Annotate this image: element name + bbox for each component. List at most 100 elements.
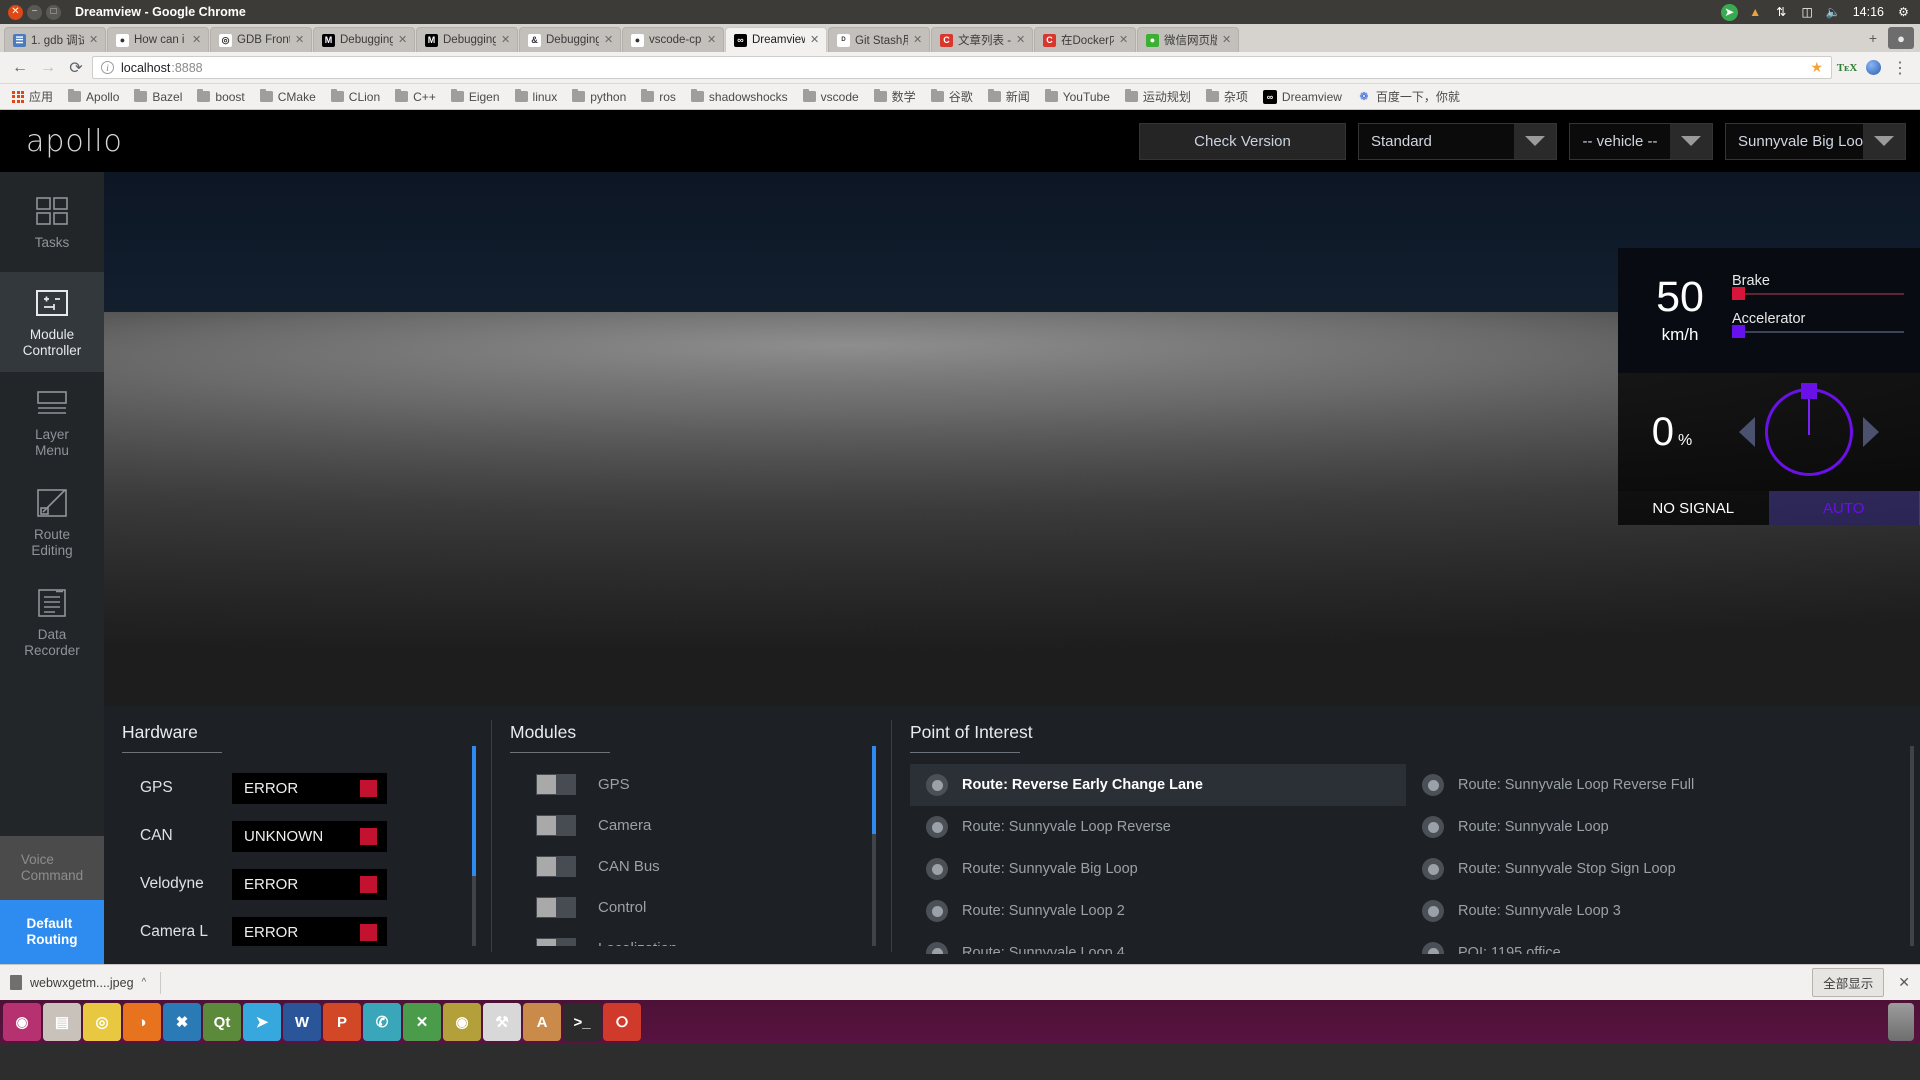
poi-item[interactable]: Route: Sunnyvale Big Loop bbox=[910, 848, 1406, 890]
close-icon[interactable]: ✕ bbox=[1898, 974, 1910, 991]
tab-close-icon[interactable]: ✕ bbox=[913, 35, 923, 46]
poi-item[interactable]: Route: Sunnyvale Stop Sign Loop bbox=[1406, 848, 1902, 890]
browser-tab[interactable]: ● 微信网页版 ✕ bbox=[1137, 27, 1239, 52]
chevron-down-icon[interactable] bbox=[1670, 124, 1712, 159]
poi-scroll-thumb[interactable] bbox=[1910, 746, 1914, 896]
tab-close-icon[interactable]: ✕ bbox=[398, 35, 408, 46]
notification-toast[interactable]: ! You haven't select vehicle yet! bbox=[1254, 362, 1579, 410]
profile-avatar[interactable]: ● bbox=[1888, 27, 1914, 49]
bookmark-item[interactable]: CMake bbox=[254, 88, 322, 106]
launcher-pycharm-icon[interactable]: ✆ bbox=[363, 1003, 401, 1041]
launcher-ubuntu-dash-icon[interactable]: ◉ bbox=[3, 1003, 41, 1041]
poi-item[interactable]: POI: 1195 office bbox=[1406, 932, 1902, 954]
telegram-icon[interactable]: ➤ bbox=[1721, 4, 1738, 21]
poi-scrollbar[interactable] bbox=[1910, 746, 1914, 946]
poi-item[interactable]: Route: Sunnyvale Loop Reverse bbox=[910, 806, 1406, 848]
dropbox-icon[interactable]: ▲ bbox=[1747, 4, 1764, 21]
launcher-wine-icon[interactable]: A bbox=[523, 1003, 561, 1041]
chevron-down-icon[interactable] bbox=[1514, 124, 1556, 159]
chrome-menu-button[interactable]: ⋮ bbox=[1888, 56, 1912, 80]
chevron-up-icon[interactable]: ^ bbox=[142, 977, 147, 988]
browser-tab[interactable]: &Debugging C✕ bbox=[519, 27, 621, 52]
poi-item[interactable]: Route: Sunnyvale Loop Reverse Full bbox=[1406, 764, 1902, 806]
bookmark-item[interactable]: C++ bbox=[389, 88, 442, 106]
poi-item[interactable]: Route: Reverse Early Change Lane bbox=[910, 764, 1406, 806]
battery-icon[interactable]: ◫ bbox=[1799, 4, 1816, 21]
launcher-powerpoint-icon[interactable]: P bbox=[323, 1003, 361, 1041]
poi-item[interactable]: Route: Sunnyvale Loop 4 bbox=[910, 932, 1406, 954]
poi-item[interactable]: Route: Sunnyvale Loop 2 bbox=[910, 890, 1406, 932]
window-maximize-button[interactable]: □ bbox=[46, 5, 61, 20]
radio-icon[interactable] bbox=[926, 858, 948, 880]
module-toggle[interactable] bbox=[536, 897, 576, 918]
bookmark-item[interactable]: 应用 bbox=[6, 86, 59, 107]
launcher-chrome-icon[interactable]: ◎ bbox=[83, 1003, 121, 1041]
module-toggle[interactable] bbox=[536, 815, 576, 836]
launcher-clion-icon[interactable]: ✕ bbox=[403, 1003, 441, 1041]
module-row[interactable]: GPS bbox=[510, 764, 874, 805]
launcher-gimp-icon[interactable]: ◉ bbox=[443, 1003, 481, 1041]
map-select[interactable]: Sunnyvale Big Loop bbox=[1725, 123, 1906, 160]
sidebar-item-route-editing[interactable]: Route Editing bbox=[0, 472, 104, 572]
module-row[interactable]: Camera bbox=[510, 805, 874, 846]
launcher-firefox-icon[interactable]: ◑ bbox=[123, 1003, 161, 1041]
tab-close-icon[interactable]: ✕ bbox=[707, 35, 717, 46]
browser-tab[interactable]: ◎ GDB Front En ✕ bbox=[210, 27, 312, 52]
modules-scroll-thumb[interactable] bbox=[872, 746, 876, 834]
bookmark-item[interactable]: 杂项 bbox=[1200, 86, 1254, 107]
window-controls[interactable]: ✕ − □ bbox=[0, 5, 61, 20]
check-version-button[interactable]: Check Version bbox=[1139, 123, 1346, 160]
module-toggle[interactable] bbox=[536, 938, 576, 946]
bookmark-item[interactable]: Apollo bbox=[62, 88, 125, 106]
browser-tab[interactable]: ● vscode-cppto ✕ bbox=[622, 27, 724, 52]
tab-close-icon[interactable]: ✕ bbox=[192, 35, 202, 46]
clock[interactable]: 14:16 bbox=[1853, 5, 1884, 19]
launcher-files-icon[interactable]: ▤ bbox=[43, 1003, 81, 1041]
show-all-downloads-button[interactable]: 全部显示 bbox=[1812, 968, 1884, 997]
poi-item[interactable]: Route: Sunnyvale Loop bbox=[1406, 806, 1902, 848]
module-row[interactable]: Control bbox=[510, 887, 874, 928]
browser-tab[interactable]: ☰ 1. gdb 调试利 ✕ bbox=[4, 27, 106, 52]
bookmark-item[interactable]: 运动规划 bbox=[1119, 86, 1197, 107]
browser-tab[interactable]: M Debugging C ✕ bbox=[416, 27, 518, 52]
browser-tab[interactable]: ∞ Dreamview ✕ bbox=[725, 27, 827, 52]
radio-icon[interactable] bbox=[926, 942, 948, 954]
vehicle-select[interactable]: -- vehicle -- bbox=[1569, 123, 1713, 160]
launcher-qt-creator-icon[interactable]: Qt bbox=[203, 1003, 241, 1041]
radio-icon[interactable] bbox=[1422, 858, 1444, 880]
browser-tab[interactable]: ᴰ Git Stash用法 ✕ bbox=[828, 27, 930, 52]
bookmark-item[interactable]: linux bbox=[509, 88, 564, 106]
back-button[interactable]: ← bbox=[8, 56, 32, 80]
tab-close-icon[interactable]: ✕ bbox=[89, 35, 99, 46]
sidebar-item-tasks[interactable]: Tasks bbox=[0, 172, 104, 272]
radio-icon[interactable] bbox=[926, 774, 948, 796]
module-row[interactable]: Localization bbox=[510, 928, 874, 946]
poi-item[interactable]: Route: Sunnyvale Loop 3 bbox=[1406, 890, 1902, 932]
tab-close-icon[interactable]: ✕ bbox=[604, 35, 614, 46]
tab-close-icon[interactable]: ✕ bbox=[1119, 35, 1129, 46]
launcher-telegram-icon[interactable]: ➤ bbox=[243, 1003, 281, 1041]
mode-select[interactable]: Standard bbox=[1358, 123, 1557, 160]
radio-icon[interactable] bbox=[1422, 774, 1444, 796]
gear-icon[interactable]: ⚙ bbox=[1895, 4, 1912, 21]
hardware-scrollbar[interactable] bbox=[472, 746, 476, 946]
launcher-trash-icon[interactable] bbox=[1888, 1003, 1914, 1041]
window-close-button[interactable]: ✕ bbox=[8, 5, 23, 20]
reload-button[interactable]: ⟳ bbox=[64, 56, 88, 80]
radio-icon[interactable] bbox=[1422, 816, 1444, 838]
sidebar-voice-command[interactable]: Voice Command bbox=[0, 836, 104, 900]
bookmark-item[interactable]: 数学 bbox=[868, 86, 922, 107]
modules-scrollbar[interactable] bbox=[872, 746, 876, 946]
sidebar-item-layer-menu[interactable]: Layer Menu bbox=[0, 372, 104, 472]
chevron-down-icon[interactable] bbox=[1863, 124, 1905, 159]
download-item[interactable]: webwxgetm....jpeg ^ bbox=[10, 975, 146, 990]
radio-icon[interactable] bbox=[926, 900, 948, 922]
bookmark-item[interactable]: 谷歌 bbox=[925, 86, 979, 107]
bookmark-item[interactable]: YouTube bbox=[1039, 88, 1116, 106]
launcher-vscode-icon[interactable]: ✖ bbox=[163, 1003, 201, 1041]
launcher-word-icon[interactable]: W bbox=[283, 1003, 321, 1041]
bookmark-item[interactable]: vscode bbox=[797, 88, 865, 106]
sidebar-item-data-recorder[interactable]: Data Recorder bbox=[0, 572, 104, 672]
bookmark-item[interactable]: 新闻 bbox=[982, 86, 1036, 107]
bookmark-star-icon[interactable]: ★ bbox=[1810, 59, 1823, 76]
